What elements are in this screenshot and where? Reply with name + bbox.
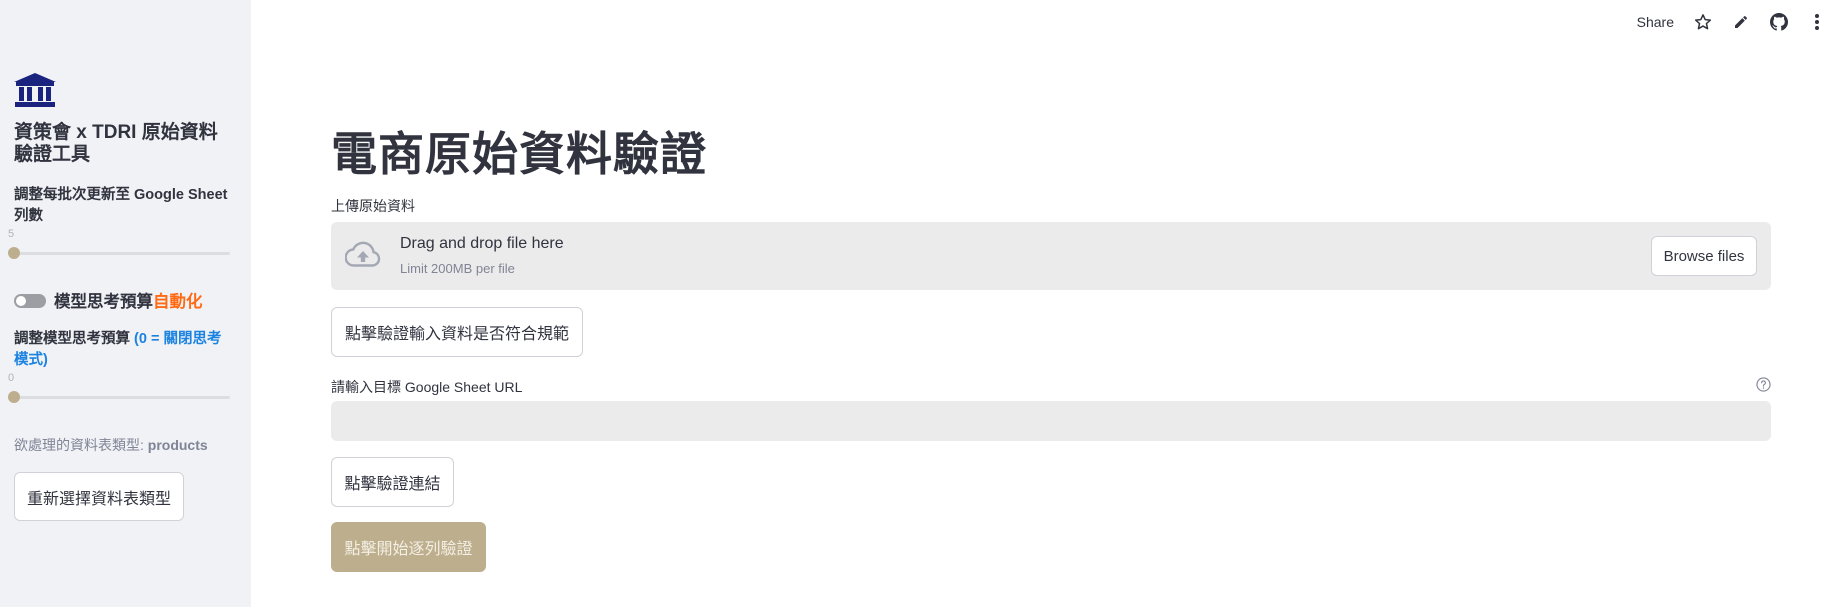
github-icon[interactable] xyxy=(1770,13,1788,31)
app-title: 資策會 x TDRI 原始資料驗證工具 xyxy=(14,122,218,165)
header-toolbar: Share xyxy=(1637,10,1826,34)
drop-text: Drag and drop file here xyxy=(400,235,564,252)
toggle-label-accent: 自動化 xyxy=(153,293,203,311)
validate-link-button[interactable]: 點擊驗證連結 xyxy=(331,457,454,507)
budget-slider-value: 0 xyxy=(8,372,15,384)
budget-slider[interactable] xyxy=(8,391,230,403)
thinking-budget-toggle[interactable] xyxy=(14,294,46,308)
share-button[interactable]: Share xyxy=(1637,14,1674,30)
more-icon[interactable] xyxy=(1808,13,1826,31)
sidebar: 資策會 x TDRI 原始資料驗證工具 調整每批次更新至 Google Shee… xyxy=(0,0,251,607)
edit-icon[interactable] xyxy=(1732,13,1750,31)
table-type-value: products xyxy=(147,437,208,453)
thinking-budget-toggle-label: 模型思考預算自動化 xyxy=(54,288,203,312)
budget-slider-label: 調整模型思考預算 (0 = 關閉思考模式) xyxy=(14,329,234,371)
rows-slider-label: 調整每批次更新至 Google Sheet 列數 xyxy=(14,187,228,224)
reselect-table-type-button[interactable]: 重新選擇資料表類型 xyxy=(14,472,184,521)
budget-slider-thumb[interactable] xyxy=(8,391,20,403)
table-type-text: 欲處理的資料表類型: products xyxy=(14,435,208,455)
start-validation-button[interactable]: 點擊開始逐列驗證 xyxy=(331,522,486,572)
bank-building-icon xyxy=(14,73,56,107)
star-icon[interactable] xyxy=(1694,13,1712,31)
sheet-url-input[interactable] xyxy=(331,401,1771,441)
rows-slider-thumb[interactable] xyxy=(8,247,20,259)
rows-slider-value: 5 xyxy=(8,228,15,240)
budget-slider-label-main: 調整模型思考預算 xyxy=(14,331,135,347)
upload-label: 上傳原始資料 xyxy=(331,198,415,214)
browse-files-button[interactable]: Browse files xyxy=(1651,236,1757,276)
page-title: 電商原始資料驗證 xyxy=(331,127,707,181)
validate-input-button[interactable]: 點擊驗證輸入資料是否符合規範 xyxy=(331,307,583,357)
toggle-label-main: 模型思考預算 xyxy=(54,293,153,311)
help-icon[interactable] xyxy=(1756,377,1771,392)
table-type-prefix: 欲處理的資料表類型: xyxy=(14,437,148,453)
file-uploader-dropzone[interactable]: Drag and drop file here Limit 200MB per … xyxy=(331,222,1771,290)
toggle-knob xyxy=(16,296,26,306)
upload-limit-text: Limit 200MB per file xyxy=(400,261,515,276)
rows-slider[interactable] xyxy=(8,247,230,259)
cloud-upload-icon xyxy=(345,241,381,267)
sheet-url-label: 請輸入目標 Google Sheet URL xyxy=(331,379,523,395)
